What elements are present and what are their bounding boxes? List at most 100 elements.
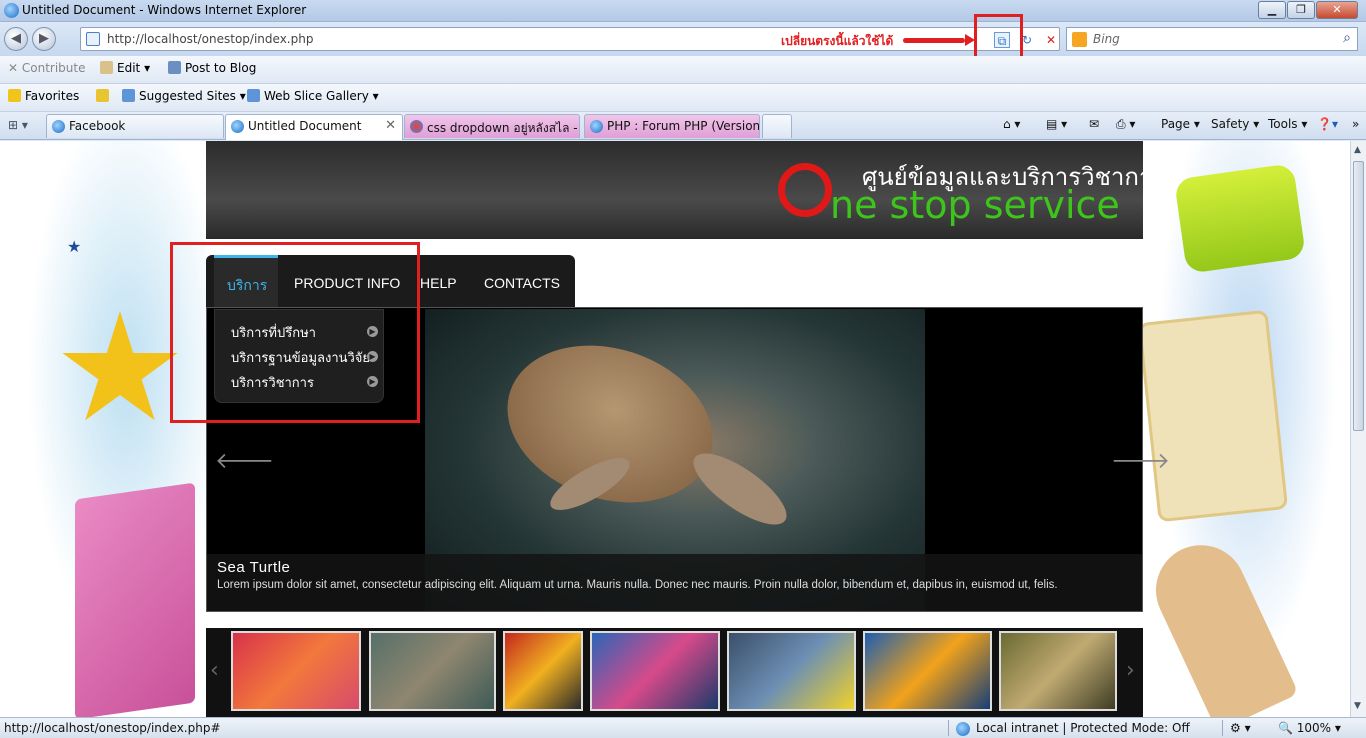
maximize-button[interactable]: ❐ [1287,1,1315,19]
ie-page-icon [231,120,244,133]
slide-title: Sea Turtle [217,559,291,576]
address-bar[interactable]: http://localhost/onestop/index.php เปลี่… [80,27,1060,51]
status-bar: http://localhost/onestop/index.php# Loca… [0,717,1366,738]
add-favorite-icon[interactable] [96,89,113,103]
google-icon [410,120,423,133]
feeds-icon[interactable]: ▤ ▾ [1046,117,1067,131]
page-menu-label: Page [1161,117,1191,131]
edit-button[interactable]: Edit ▾ [100,61,150,75]
thumbnail-4[interactable] [590,631,720,711]
tab-css-dropdown[interactable]: css dropdown อยู่หลังสไล - ... [404,114,580,138]
thumbnail-1[interactable] [231,631,361,711]
suggested-sites-label: Suggested Sites [139,89,236,103]
tools-menu[interactable]: Tools ▾ [1268,117,1307,131]
annotation-arrow [903,34,975,46]
contribute-toolbar: ✕ Contribute Edit ▾ Post to Blog [0,56,1366,84]
logo-o-icon [778,163,832,217]
contribute-label: Contribute [21,61,86,75]
close-tab-icon[interactable]: ✕ [385,118,396,133]
slider-prev-arrow-icon[interactable]: 🡐 [215,448,274,474]
slider-next-arrow-icon[interactable]: 🡒 [1111,448,1170,474]
minimize-button[interactable]: ▁ [1258,1,1286,19]
slide-text: Lorem ipsum dolor sit amet, consectetur … [217,579,1058,591]
slide-caption: Sea Turtle Lorem ipsum dolor sit amet, c… [207,554,1142,611]
ie-page-icon [590,120,603,133]
web-slice-gallery-link[interactable]: Web Slice Gallery ▾ [247,89,379,103]
security-zone[interactable]: Local intranet | Protected Mode: Off [956,721,1190,736]
tab-php-forum[interactable]: PHP : Forum PHP (Version... [584,114,760,138]
edit-label: Edit [117,61,141,75]
scrollbar-thumb[interactable] [1353,161,1364,431]
tab-untitled-document[interactable]: Untitled Document ✕ [225,114,403,140]
stop-icon[interactable]: ✕ [1043,32,1059,48]
home-icon[interactable]: ⌂ ▾ [1003,117,1020,131]
ie-logo-icon [4,3,19,18]
annotation-text: เปลี่ยนตรงนี้แล้วใช้ได้ [781,34,894,48]
suggested-sites-link[interactable]: Suggested Sites ▾ [122,89,246,103]
search-icon[interactable]: ⌕ [1343,30,1351,46]
ie-page-icon [247,89,260,102]
web-slice-gallery-label: Web Slice Gallery [264,89,369,103]
toolbar-overflow-icon[interactable]: » [1352,117,1359,131]
page-menu[interactable]: Page ▾ [1161,117,1200,131]
address-row: ◀ ▶ http://localhost/onestop/index.php เ… [0,22,1366,56]
contribute-button[interactable]: ✕ Contribute [8,61,85,75]
menu-item-contacts[interactable]: CONTACTS [484,275,560,291]
bing-icon [1072,32,1087,47]
thumbs-next-arrow-icon[interactable]: › [1126,658,1135,683]
status-divider [1222,720,1223,736]
close-window-button[interactable]: ✕ [1316,1,1358,19]
thumbnail-6[interactable] [863,631,992,711]
protected-mode-icon[interactable]: ⚙ ▾ [1230,721,1251,735]
blog-icon [168,61,181,74]
window-controls: ▁ ❐ ✕ [1257,1,1358,19]
favorites-label: Favorites [25,89,80,103]
favorites-button[interactable]: Favorites [8,89,79,103]
new-tab-button[interactable] [762,114,792,138]
title-bar: Untitled Document - Windows Internet Exp… [0,0,1366,22]
tools-menu-label: Tools [1268,117,1298,131]
search-input[interactable]: Bing [1093,32,1120,46]
intranet-icon [956,722,970,736]
thumbnail-7[interactable] [999,631,1117,711]
site-header: ศูนย์ข้อมูลและบริการวิชาการ ne stop serv… [206,141,1165,239]
zoom-control[interactable]: 🔍 100% ▾ [1278,721,1341,735]
status-url: http://localhost/onestop/index.php# [4,721,221,735]
address-url[interactable]: http://localhost/onestop/index.php [107,32,313,46]
zoom-level: 100% [1296,721,1332,735]
turtle-flipper-shape [683,441,797,537]
scroll-down-icon[interactable]: ▼ [1354,701,1361,711]
post-to-blog-button[interactable]: Post to Blog [168,61,256,75]
edit-icon [100,61,113,74]
thumbnail-5[interactable] [727,631,856,711]
tab-label: Facebook [69,119,126,133]
window-title: Untitled Document - Windows Internet Exp… [22,3,307,17]
thumbnail-2[interactable] [369,631,496,711]
post-to-blog-label: Post to Blog [185,61,257,75]
tab-facebook[interactable]: Facebook [46,114,224,138]
ie-page-icon [52,120,65,133]
tab-label: PHP : Forum PHP (Version... [607,119,760,133]
status-divider [948,720,949,736]
menu-item-help[interactable]: HELP [420,275,457,291]
search-box[interactable]: Bing ⌕ [1066,27,1358,51]
tab-label: css dropdown อยู่หลังสไล - ... [427,121,580,135]
thumbnail-3[interactable] [503,631,583,711]
logo-english-text: ne stop service [830,183,1120,227]
safety-menu-label: Safety [1211,117,1250,131]
page-icon [86,32,100,46]
help-icon[interactable]: ❓▾ [1317,117,1338,131]
print-icon[interactable]: ⎙ ▾ [1116,117,1135,132]
safety-menu[interactable]: Safety ▾ [1211,117,1259,131]
thumbs-prev-arrow-icon[interactable]: ‹ [210,658,219,683]
star-icon: ★ [67,237,82,256]
back-button[interactable]: ◀ [4,27,28,51]
forward-button[interactable]: ▶ [32,27,56,51]
vertical-scrollbar[interactable]: ▲ ▼ [1350,141,1366,717]
scroll-up-icon[interactable]: ▲ [1354,145,1361,155]
quick-tabs-icon[interactable]: ⊞ ▾ [8,118,28,132]
tab-bar: ⊞ ▾ Facebook Untitled Document ✕ css dro… [0,112,1366,140]
mail-icon[interactable]: ✉ [1089,117,1099,131]
site-container: ศูนย์ข้อมูลและบริการวิชาการ ne stop serv… [206,141,1170,717]
page-viewport: ★ ศูนย์ข้อมูลและบริการวิชาการ ne stop se… [0,141,1350,717]
